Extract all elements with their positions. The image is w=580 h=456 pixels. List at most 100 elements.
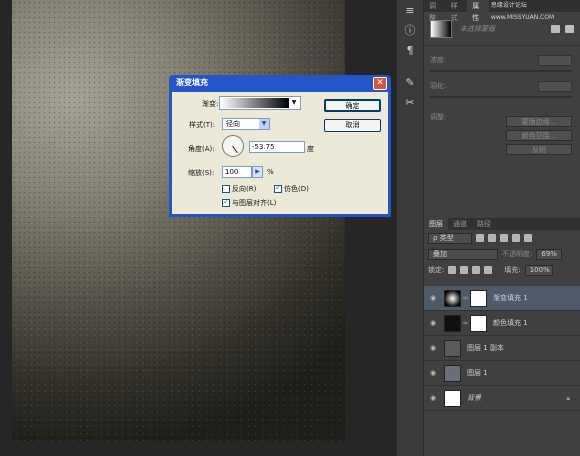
layer-name: 颜色填充 1 xyxy=(493,319,528,327)
layer-name: 渐变填充 1 xyxy=(493,294,528,302)
layers-tabs: 图层 通道 路径 xyxy=(424,218,580,230)
style-select[interactable]: 径向 ▼ xyxy=(222,118,270,130)
tools-icon[interactable]: ✂ xyxy=(399,94,421,112)
layer-row[interactable]: ◉ 背景 🔒︎ xyxy=(424,386,580,411)
invert-button[interactable]: 反相 xyxy=(506,144,572,155)
reverse-option[interactable]: 反向(R) xyxy=(222,184,256,194)
scale-label: 缩放(S): xyxy=(188,169,215,177)
fill-input[interactable]: 100% xyxy=(524,264,553,276)
opacity-label: 不透明度: xyxy=(502,250,533,258)
visibility-eye-icon[interactable]: ◉ xyxy=(427,344,439,352)
gradient-preview xyxy=(221,98,289,108)
tab-channels[interactable]: 通道 xyxy=(448,218,472,230)
blend-mode-select[interactable]: 叠加 xyxy=(428,248,498,260)
visibility-eye-icon[interactable]: ◉ xyxy=(427,294,439,302)
mask-thumbnail xyxy=(430,19,452,38)
visibility-eye-icon[interactable]: ◉ xyxy=(427,369,439,377)
layer-row[interactable]: ◉ 图层 1 副本 xyxy=(424,336,580,361)
close-icon[interactable]: ✕ xyxy=(373,77,387,90)
density-input[interactable] xyxy=(538,54,572,66)
density-slider[interactable] xyxy=(430,70,572,72)
chain-link-icon[interactable]: ∞ xyxy=(462,319,469,327)
watermark: 思缘设计论坛 www.MISSYUAN.COM xyxy=(490,2,555,21)
filter-text-icon[interactable] xyxy=(500,234,508,242)
scale-arrow-icon[interactable]: ▶ xyxy=(252,166,263,178)
tab-styles[interactable]: 样式 xyxy=(446,0,468,22)
scale-unit: % xyxy=(267,168,274,176)
lock-pixels-icon[interactable] xyxy=(460,266,469,274)
layer-mask-thumb xyxy=(470,289,487,307)
dialog-titlebar[interactable]: 渐变填充 ✕ xyxy=(172,75,388,92)
tab-paths[interactable]: 路径 xyxy=(472,218,496,230)
paragraph-icon[interactable]: ¶ xyxy=(399,42,421,60)
filter-pixel-icon[interactable] xyxy=(476,234,484,242)
visibility-eye-icon[interactable]: ◉ xyxy=(427,394,439,402)
document-canvas[interactable] xyxy=(12,0,345,441)
dither-option[interactable]: 仿色(D) xyxy=(274,183,309,194)
layer-row[interactable]: ◉ ∞ 渐变填充 1 xyxy=(424,286,580,311)
feather-row: 羽化: xyxy=(424,78,580,94)
filter-adjust-icon[interactable] xyxy=(488,234,496,242)
filter-row: ρ 类型 xyxy=(424,230,580,246)
align-checkbox[interactable] xyxy=(222,197,230,207)
angle-dial-needle xyxy=(232,146,238,154)
lock-position-icon[interactable] xyxy=(472,266,481,274)
filter-smart-icon[interactable] xyxy=(524,234,532,242)
layer-mask-thumb xyxy=(470,314,487,332)
density-label: 浓度: xyxy=(430,56,447,64)
layer-row[interactable]: ◉ 图层 1 xyxy=(424,361,580,386)
document-workspace xyxy=(0,0,396,456)
properties-tabs: 调整 样式 属性 思缘设计论坛 www.MISSYUAN.COM xyxy=(424,0,580,22)
lock-transparent-icon[interactable] xyxy=(448,266,457,274)
layer-name: 图层 1 副本 xyxy=(467,344,504,352)
layer-list: ◉ ∞ 渐变填充 1 ◉ ∞ 颜色填充 1 ◉ 图层 1 副本 ◉ 图层 1 ◉… xyxy=(424,286,580,411)
color-range-button[interactable]: 颜色范围... xyxy=(506,130,572,141)
tab-properties[interactable]: 属性 xyxy=(467,0,489,22)
align-option[interactable]: 与图层对齐(L) xyxy=(222,197,277,208)
tab-adjustments[interactable]: 调整 xyxy=(424,0,446,22)
visibility-eye-icon[interactable]: ◉ xyxy=(427,319,439,327)
panel-dock-strip: ≡ ⓘ ¶ ✎ ✂ xyxy=(396,0,424,456)
dither-label: 仿色(D) xyxy=(284,185,309,193)
angle-input[interactable]: -53.75 xyxy=(249,141,305,153)
reverse-label: 反向(R) xyxy=(232,185,257,193)
brush-icon[interactable]: ✎ xyxy=(399,74,421,92)
chevron-down-icon[interactable]: ▼ xyxy=(259,119,269,129)
vector-mask-icon[interactable] xyxy=(565,24,574,33)
gradient-fill-thumb xyxy=(444,289,461,307)
cancel-button[interactable]: 取消 xyxy=(324,119,381,132)
layer-name: 图层 1 xyxy=(467,369,488,377)
lock-all-icon[interactable] xyxy=(484,266,493,274)
dither-checkbox[interactable] xyxy=(274,183,282,193)
right-panels: 调整 样式 属性 思缘设计论坛 www.MISSYUAN.COM 未选择蒙版 浓… xyxy=(424,0,580,456)
mask-title: 未选择蒙版 xyxy=(460,24,495,33)
tab-layers[interactable]: 图层 xyxy=(424,218,448,230)
lock-label: 锁定: xyxy=(428,266,445,274)
chevron-down-icon[interactable]: ▼ xyxy=(289,98,299,108)
layer-name: 背景 xyxy=(467,394,481,402)
filter-shape-icon[interactable] xyxy=(512,234,520,242)
layer-filter-select[interactable]: ρ 类型 xyxy=(428,232,472,244)
angle-dial[interactable] xyxy=(222,135,244,157)
layer-row[interactable]: ◉ ∞ 颜色填充 1 xyxy=(424,311,580,336)
info-icon[interactable]: ⓘ xyxy=(399,22,421,40)
align-label: 与图层对齐(L) xyxy=(232,199,277,207)
gradient-fill-dialog: 渐变填充 ✕ 渐变: ▼ 样式(T): 径向 ▼ 角度(A): -53.75 度… xyxy=(169,75,391,217)
opacity-input[interactable]: 69% xyxy=(536,248,563,260)
chain-link-icon[interactable]: ∞ xyxy=(462,294,469,302)
feather-input[interactable] xyxy=(538,80,572,92)
dialog-body: 渐变: ▼ 样式(T): 径向 ▼ 角度(A): -53.75 度 缩放(S):… xyxy=(172,92,388,214)
fill-label: 填充: xyxy=(504,266,521,274)
color-fill-thumb xyxy=(444,314,461,332)
reverse-checkbox[interactable] xyxy=(222,185,230,193)
ok-button[interactable]: 确定 xyxy=(324,99,381,112)
history-icon[interactable]: ≡ xyxy=(399,2,421,20)
feather-slider[interactable] xyxy=(430,96,572,98)
pixel-mask-icon[interactable] xyxy=(551,24,560,33)
lock-icon: 🔒︎ xyxy=(566,393,570,402)
mask-edge-button[interactable]: 蒙版边缘... xyxy=(506,116,572,127)
scale-input[interactable]: 100 xyxy=(222,166,252,178)
gradient-picker[interactable]: ▼ xyxy=(219,96,301,110)
layer-thumb xyxy=(444,364,461,382)
lock-row: 锁定: 填充: 100% xyxy=(424,262,580,278)
